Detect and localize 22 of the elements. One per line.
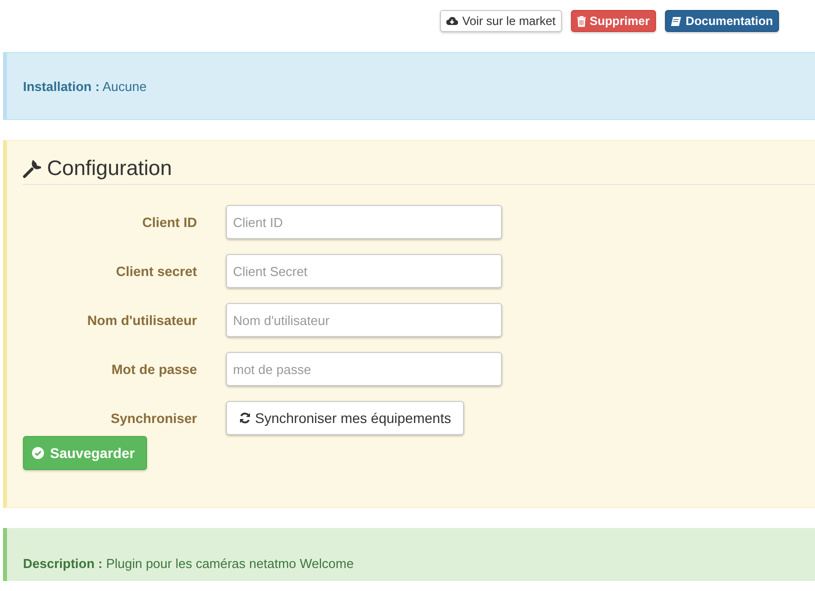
section-title: Configuration: [47, 157, 172, 181]
input-field[interactable]: Client ID: [226, 205, 502, 239]
field-label: Nom d'utilisateur: [86, 312, 197, 328]
toolbar-button[interactable]: Documentation: [664, 10, 779, 32]
trash-icon: [576, 16, 586, 26]
input-field[interactable]: Client Secret: [226, 254, 502, 288]
plugin-description: Description : Plugin pour les caméras netatmo Welcome: [23, 556, 354, 570]
refresh-icon: [239, 412, 251, 424]
sync-button[interactable]: Synchroniser mes équipements: [226, 401, 464, 435]
field-label: Synchroniser: [110, 410, 197, 426]
wrench-icon: [23, 160, 41, 178]
check-circle-icon: [32, 447, 44, 459]
toolbar-button[interactable]: Supprimer: [570, 10, 656, 32]
installation-status: Installation : Aucune: [23, 78, 147, 94]
cloud-download-icon: [446, 16, 458, 26]
field-label: Mot de passe: [110, 362, 197, 376]
toolbar-button[interactable]: Voir sur le market: [440, 10, 562, 32]
field-label: Client secret: [114, 264, 197, 278]
field-label: Client ID: [141, 214, 197, 230]
input-field[interactable]: mot de passe: [226, 352, 502, 386]
book-icon: [670, 16, 682, 26]
input-field[interactable]: Nom d'utilisateur: [226, 303, 502, 337]
